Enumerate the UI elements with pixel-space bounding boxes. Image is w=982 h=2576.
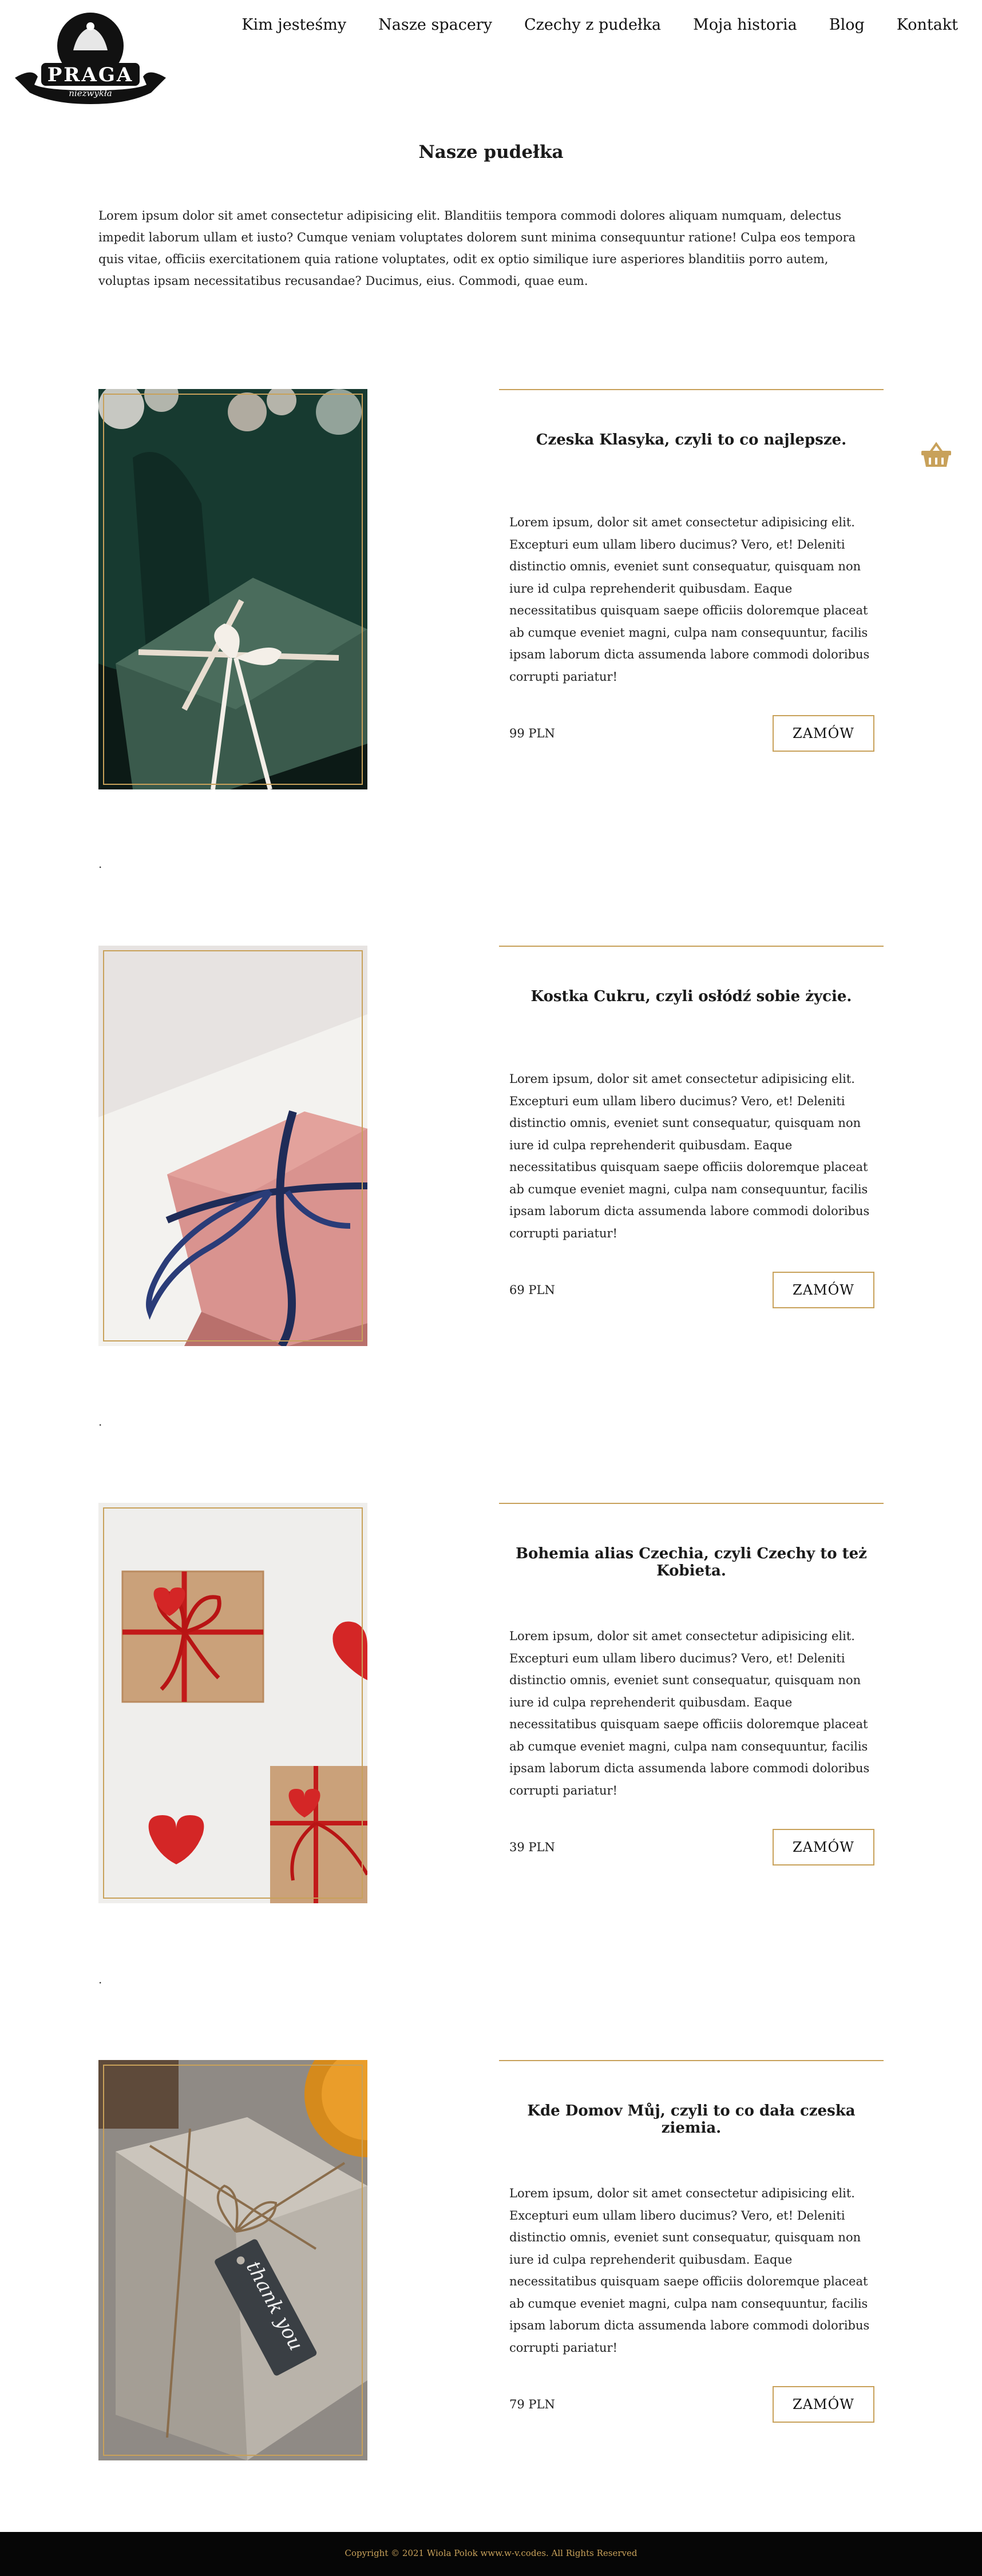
product-price: 99 PLN: [509, 727, 555, 740]
product-description: Lorem ipsum, dolor sit amet consectetur …: [509, 515, 870, 684]
product-info: Kde Domov Můj, czyli to co dała czeska z…: [499, 2060, 884, 2460]
product-photo-hearts-gift: [98, 1503, 367, 1903]
intro-text: Lorem ipsum dolor sit amet consectetur a…: [98, 209, 856, 288]
product-price: 39 PLN: [509, 1840, 555, 1854]
product-card: Kostka Cukru, czyli osłódź sobie życie. …: [0, 946, 982, 1346]
logo-title: PRAGA: [47, 63, 134, 86]
product-photo-thank-you-gift: thank you: [98, 2060, 367, 2460]
product-title: Kde Domov Můj, czyli to co dała czeska z…: [527, 2102, 856, 2137]
logo-subtitle: niezwykła: [69, 88, 112, 98]
order-button[interactable]: ZAMÓW: [773, 1272, 874, 1308]
product-info: Bohemia alias Czechia, czyli Czechy to t…: [499, 1503, 884, 1903]
product-price: 69 PLN: [509, 1283, 555, 1297]
order-button[interactable]: ZAMÓW: [773, 2386, 874, 2423]
product-photo-green-gift: [98, 389, 367, 789]
product-description: Lorem ipsum, dolor sit amet consectetur …: [509, 2186, 870, 2355]
product-info: Kostka Cukru, czyli osłódź sobie życie. …: [499, 946, 884, 1346]
main-nav: Kim jesteśmy Nasze spacery Czechy z pude…: [241, 16, 958, 34]
nav-moja-historia[interactable]: Moja historia: [693, 16, 797, 34]
nav-czechy-z-pudelka[interactable]: Czechy z pudełka: [524, 16, 661, 34]
footer: Copyright © 2021 Wiola Polok www.w-v.cod…: [0, 2532, 982, 2576]
product-price: 79 PLN: [509, 2398, 555, 2411]
nav-nasze-spacery[interactable]: Nasze spacery: [378, 16, 492, 34]
product-card: Bohemia alias Czechia, czyli Czechy to t…: [0, 1503, 982, 1903]
nav-blog[interactable]: Blog: [829, 16, 865, 34]
separator-dot: .: [98, 1972, 102, 1986]
logo[interactable]: PRAGA niezwykła: [14, 10, 167, 108]
product-title: Kostka Cukru, czyli osłódź sobie życie.: [530, 988, 852, 1005]
separator-dot: .: [98, 1415, 102, 1428]
product-description: Lorem ipsum, dolor sit amet consectetur …: [509, 1629, 870, 1797]
nav-kim-jestesmy[interactable]: Kim jesteśmy: [241, 16, 346, 34]
product-card: thank you Kde Domov Můj, czyli to co dał…: [0, 2060, 982, 2460]
nav-kontakt[interactable]: Kontakt: [897, 16, 958, 34]
page-title: Nasze pudełka: [418, 142, 564, 162]
product-title: Bohemia alias Czechia, czyli Czechy to t…: [516, 1545, 867, 1579]
order-button[interactable]: ZAMÓW: [773, 715, 874, 752]
product-photo-pink-gift: [98, 946, 367, 1346]
product-title: Czeska Klasyka, czyli to co najlepsze.: [536, 431, 847, 448]
footer-copyright: Copyright © 2021 Wiola Polok www.w-v.cod…: [345, 2548, 637, 2558]
order-button[interactable]: ZAMÓW: [773, 1829, 874, 1865]
product-info: Czeska Klasyka, czyli to co najlepsze. L…: [499, 389, 884, 789]
separator-dot: .: [98, 857, 102, 871]
product-card: Czeska Klasyka, czyli to co najlepsze. L…: [0, 389, 982, 789]
product-description: Lorem ipsum, dolor sit amet consectetur …: [509, 1072, 870, 1240]
